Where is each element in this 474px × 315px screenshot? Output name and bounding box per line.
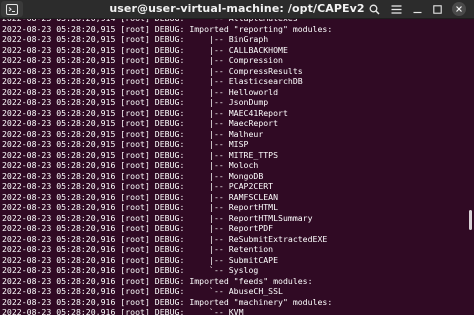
terminal-line: 2022-08-23 05:28:20,916 [root] DEBUG: Im… <box>2 296 333 307</box>
terminal-line: 2022-08-23 05:28:20,915 [root] DEBUG: |-… <box>2 139 249 149</box>
terminal-line: 2022-08-23 05:28:20,916 [root] DEBUG: |-… <box>2 223 274 233</box>
terminal-line: 2022-08-23 05:28:20,916 [root] DEBUG: |-… <box>2 170 264 181</box>
terminal-line: 2022-08-23 05:28:20,915 [root] DEBUG: |-… <box>2 55 283 65</box>
terminal-line: 2022-08-23 05:28:20,916 [root] DEBUG: |-… <box>2 244 274 254</box>
terminal-line: 2022-08-23 05:28:20,915 [root] DEBUG: |-… <box>2 86 279 97</box>
terminal-line: 2022-08-23 05:28:20,915 [root] DEBUG: |-… <box>2 76 303 86</box>
terminal-line: 2022-08-23 05:28:20,916 [root] DEBUG: |-… <box>2 191 279 202</box>
terminal-line: 2022-08-23 05:28:20,916 [root] DEBUG: `-… <box>2 307 244 315</box>
terminal-line: 2022-08-23 05:28:20,915 [root] DEBUG: |-… <box>2 65 303 76</box>
terminal-output[interactable]: 2022-08-23 05:28:20,914 [root] DEBUG: `-… <box>0 19 474 315</box>
terminal-line: 2022-08-23 05:28:20,915 [root] DEBUG: |-… <box>2 34 269 44</box>
terminal-line: 2022-08-23 05:28:20,916 [root] DEBUG: |-… <box>2 181 274 191</box>
terminal-line: 2022-08-23 05:28:20,916 [root] DEBUG: |-… <box>2 233 328 244</box>
terminal-line: 2022-08-23 05:28:20,915 [root] DEBUG: |-… <box>2 97 269 107</box>
terminal-line: 2022-08-23 05:28:20,915 [root] DEBUG: |-… <box>2 149 279 160</box>
title-bar[interactable]: user@user-virtual-machine: /opt/CAPEv2 <box>0 0 474 19</box>
close-icon[interactable] <box>452 2 466 16</box>
terminal-line: 2022-08-23 05:28:20,915 [root] DEBUG: |-… <box>2 44 288 55</box>
terminal-scrollbar[interactable] <box>469 210 472 230</box>
terminal-line: 2022-08-23 05:28:20,915 [root] DEBUG: |-… <box>2 128 264 139</box>
terminal-line: 2022-08-23 05:28:20,915 [root] DEBUG: Im… <box>2 23 333 34</box>
terminal-line: 2022-08-23 05:28:20,916 [root] DEBUG: `-… <box>2 286 283 296</box>
terminal-window: user@user-virtual-machine: /opt/CAPEv2 2… <box>0 0 474 315</box>
terminal-line: 2022-08-23 05:28:20,915 [root] DEBUG: |-… <box>2 107 288 118</box>
terminal-line: 2022-08-23 05:28:20,916 [root] DEBUG: `-… <box>2 265 259 275</box>
minimize-icon[interactable] <box>410 1 424 17</box>
hamburger-menu-icon[interactable] <box>388 1 404 17</box>
terminal-line: 2022-08-23 05:28:20,915 [root] DEBUG: |-… <box>2 118 279 128</box>
maximize-icon[interactable] <box>430 1 444 17</box>
terminal-line: 2022-08-23 05:28:20,916 [root] DEBUG: Im… <box>2 275 313 286</box>
terminal-line: 2022-08-23 05:28:20,916 [root] DEBUG: |-… <box>2 202 279 212</box>
search-icon[interactable] <box>366 1 382 17</box>
terminal-line: 2022-08-23 05:28:20,916 [root] DEBUG: |-… <box>2 254 279 265</box>
terminal-line: 2022-08-23 05:28:20,916 [root] DEBUG: |-… <box>2 160 259 170</box>
terminal-line: 2022-08-23 05:28:20,916 [root] DEBUG: |-… <box>2 212 313 223</box>
